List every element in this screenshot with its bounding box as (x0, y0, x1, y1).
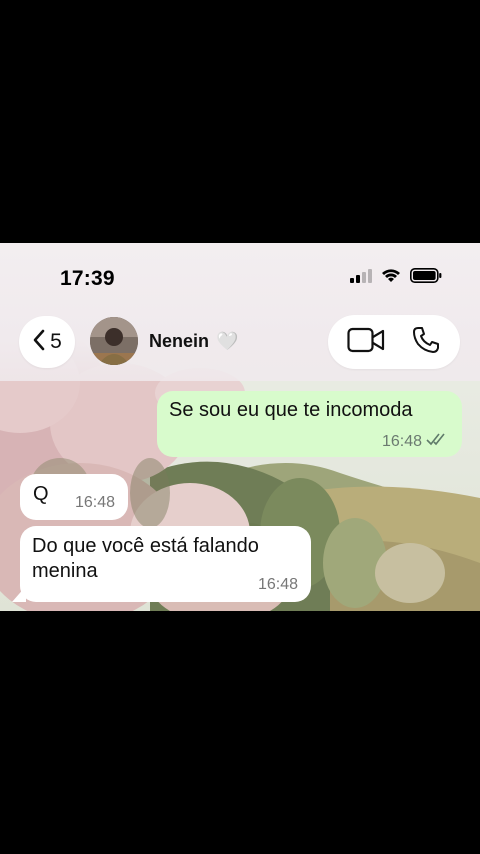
wifi-icon (381, 268, 401, 288)
chat-screen: 17:39 5 Nenein 🤍 Se sou eu que te incomo… (0, 243, 480, 611)
message-text: Se sou eu que te incomoda (169, 399, 413, 421)
contact-avatar[interactable] (90, 317, 138, 365)
chevron-left-icon (32, 329, 46, 356)
phone-icon[interactable] (411, 325, 441, 360)
call-actions (328, 315, 460, 369)
battery-icon (410, 268, 442, 288)
message-incoming[interactable]: Q 16:48 (20, 474, 128, 520)
message-meta: 16:48 (382, 432, 448, 451)
contact-heart-emoji: 🤍 (216, 331, 239, 351)
message-incoming[interactable]: Do que você está falando menina 16:48 (20, 526, 311, 602)
status-time: 17:39 (60, 267, 115, 290)
video-camera-icon[interactable] (347, 327, 385, 358)
message-time: 16:48 (74, 494, 115, 511)
message-time: 16:48 (257, 576, 298, 593)
chat-header: 17:39 5 Nenein 🤍 (0, 243, 480, 381)
signal-icon (350, 268, 372, 288)
status-icons (350, 268, 442, 288)
contact-name[interactable]: Nenein (149, 331, 209, 352)
unread-count: 5 (50, 330, 62, 353)
double-check-icon (426, 432, 448, 451)
back-button[interactable]: 5 (19, 316, 75, 368)
message-text: Q (33, 483, 49, 505)
message-outgoing[interactable]: Se sou eu que te incomoda 16:48 (157, 391, 462, 457)
message-time: 16:48 (381, 432, 422, 450)
